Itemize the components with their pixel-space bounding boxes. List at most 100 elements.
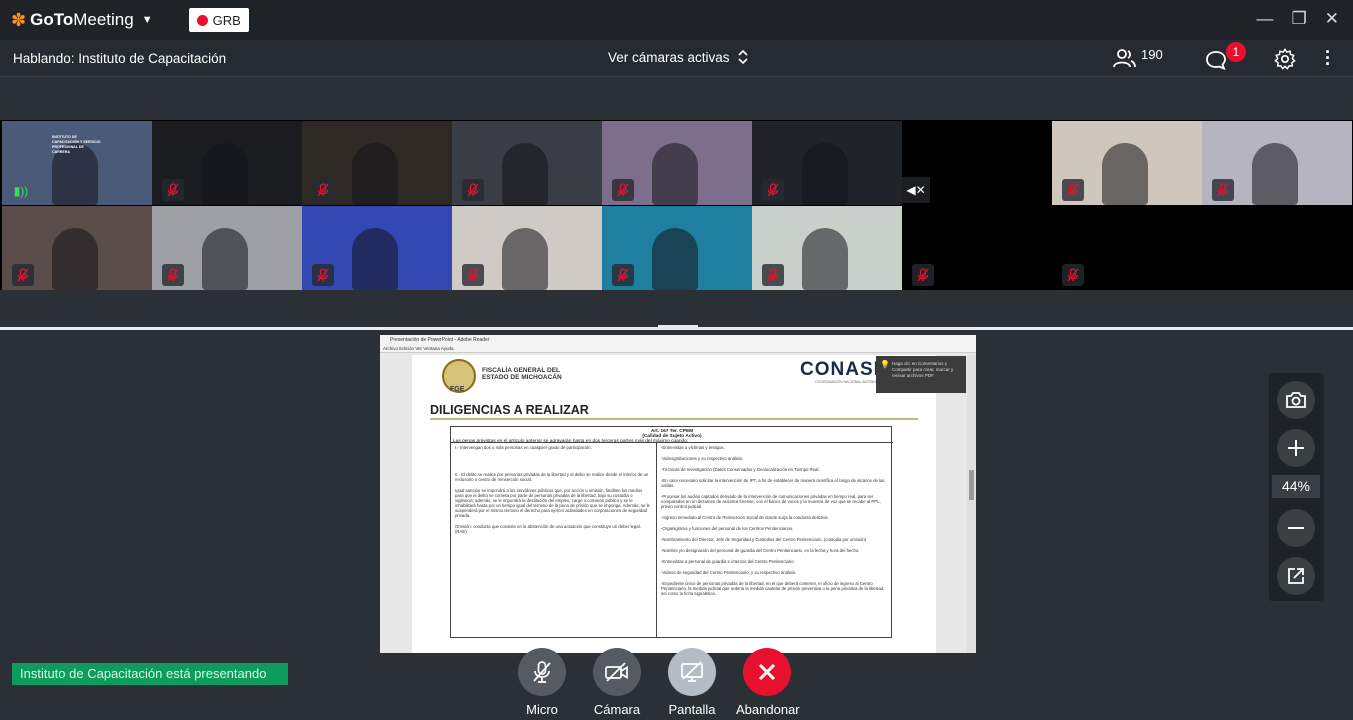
mic-label: Micro xyxy=(526,702,558,717)
left-cell-text: Igual sanción se impondrá a los servidor… xyxy=(455,488,650,518)
camera-off-icon xyxy=(605,662,628,682)
participant-video-tile[interactable] xyxy=(1052,121,1202,205)
screen-control[interactable]: Pantalla xyxy=(661,648,723,717)
mic-muted-icon xyxy=(1062,264,1084,286)
participant-video-tile[interactable] xyxy=(752,206,902,290)
reader-scrollbar[interactable] xyxy=(967,355,976,653)
mic-muted-icon xyxy=(1212,179,1234,201)
mic-control[interactable]: Micro xyxy=(511,648,573,717)
record-dot-icon xyxy=(196,14,208,26)
participant-video-tile[interactable] xyxy=(752,121,902,205)
popout-button[interactable] xyxy=(1277,557,1315,595)
unread-chat-badge: 1 xyxy=(1226,42,1246,62)
participant-silhouette xyxy=(652,143,698,205)
mic-muted-icon xyxy=(1062,179,1084,201)
screen-share-button[interactable] xyxy=(668,648,716,696)
document-heading: DILIGENCIAS A REALIZAR xyxy=(430,403,589,417)
camera-control[interactable]: Cámara xyxy=(586,648,648,717)
pdf-page: FGE FISCALÍA GENERAL DEL ESTADO DE MICHO… xyxy=(412,355,936,653)
minus-icon xyxy=(1288,527,1304,529)
brand-name-bold: GoTo xyxy=(30,10,74,29)
divider-grip[interactable] xyxy=(658,325,698,327)
background-sign: INSTITUTO DE CAPACITACIÓN Y SERVICIO PRO… xyxy=(52,135,101,154)
participant-silhouette xyxy=(502,228,548,290)
zoom-in-button[interactable] xyxy=(1277,429,1315,467)
participant-video-tile[interactable]: INSTITUTO DE CAPACITACIÓN Y SERVICIO PRO… xyxy=(2,121,152,205)
right-cell-text: -Expediente único de personas privadas d… xyxy=(661,581,885,596)
up-down-chevron-icon xyxy=(737,49,748,65)
external-link-icon xyxy=(1288,568,1304,584)
mic-muted-icon xyxy=(912,264,934,286)
mic-muted-icon xyxy=(162,264,184,286)
participant-silhouette xyxy=(52,228,98,290)
window-controls: — ❐ ✕ xyxy=(1257,9,1340,29)
right-cell-text: -Entrevistas a víctimas y testigos. xyxy=(661,445,725,450)
right-cell-text: -Procesar los audios captados derivado d… xyxy=(661,494,881,509)
participant-silhouette xyxy=(802,228,848,290)
right-cell-text: -Entrevistas a personal de guardia e int… xyxy=(661,559,795,564)
participant-video-tile[interactable] xyxy=(302,206,452,290)
table-left-column: I.- Intervengan dos o más personas en cu… xyxy=(451,443,657,637)
gear-icon xyxy=(1274,48,1296,70)
participant-video-tile[interactable] xyxy=(602,206,752,290)
mic-muted-icon xyxy=(762,264,784,286)
right-cell-text: -Organigrama y funciones del personal de… xyxy=(661,526,794,531)
brand-menu[interactable]: ✽ GoTo Meeting ▼ xyxy=(11,10,153,31)
view-active-cameras-toggle[interactable]: Ver cámaras activas xyxy=(608,49,748,65)
participant-video-tile[interactable] xyxy=(1052,206,1202,290)
mic-muted-icon xyxy=(12,264,34,286)
left-cell-text: II.- El delito se realice por personas p… xyxy=(455,472,649,482)
participants-button[interactable]: 190 xyxy=(1113,47,1163,68)
chat-button[interactable]: 1 xyxy=(1205,42,1246,75)
zoom-out-button[interactable] xyxy=(1277,509,1315,547)
fge-abbreviation: FGE xyxy=(450,386,465,393)
microphone-muted-icon xyxy=(533,661,551,683)
screen-label: Pantalla xyxy=(668,702,716,717)
participant-video-tile[interactable] xyxy=(1202,121,1352,205)
right-cell-text: -Nombramiento del Director, Jefe de Segu… xyxy=(661,537,867,542)
camera-label: Cámara xyxy=(593,702,641,717)
camera-button[interactable] xyxy=(593,648,641,696)
minimize-icon[interactable]: — xyxy=(1257,9,1274,29)
participant-silhouette xyxy=(1252,143,1298,205)
participant-silhouette xyxy=(352,228,398,290)
participant-video-tile[interactable] xyxy=(452,121,602,205)
participant-video-tile[interactable] xyxy=(2,206,152,290)
scrollbar-thumb[interactable] xyxy=(969,470,974,500)
screen-share-off-icon xyxy=(681,661,703,682)
close-icon[interactable]: ✕ xyxy=(1325,9,1339,29)
participant-video-tile[interactable]: ◀✕ xyxy=(902,121,1052,205)
participant-video-tile[interactable] xyxy=(152,121,302,205)
right-cell-text: -Técnicas de Investigación (Datos Conser… xyxy=(661,467,820,472)
presenting-banner: Instituto de Capacitación está presentan… xyxy=(12,663,288,685)
participant-silhouette xyxy=(1102,143,1148,205)
speaking-indicator: Hablando: Instituto de Capacitación xyxy=(13,50,227,66)
participant-video-tile[interactable] xyxy=(452,206,602,290)
mic-muted-icon xyxy=(312,264,334,286)
speaker-muted-icon: ◀✕ xyxy=(902,177,930,203)
more-options-icon[interactable]: · · · xyxy=(1325,43,1331,73)
leave-button[interactable] xyxy=(743,648,791,696)
video-strip: INSTITUTO DE CAPACITACIÓN Y SERVICIO PRO… xyxy=(0,120,1353,290)
table-header: Art. 167 Ter. CPEM (Calidad de Sujeto Ac… xyxy=(451,427,893,444)
recording-indicator[interactable]: GRB xyxy=(188,8,249,32)
participant-video-tile[interactable] xyxy=(902,206,1052,290)
mic-button[interactable] xyxy=(518,648,566,696)
camera-snapshot-icon xyxy=(1286,392,1306,408)
mic-muted-icon xyxy=(162,179,184,201)
org-name-line2: ESTADO DE MICHOACÁN xyxy=(482,374,562,381)
participant-video-tile[interactable] xyxy=(302,121,452,205)
screenshot-button[interactable] xyxy=(1277,381,1315,419)
participant-silhouette xyxy=(352,143,398,205)
mic-muted-icon xyxy=(762,179,784,201)
restore-icon[interactable]: ❐ xyxy=(1292,9,1307,29)
gotomeeting-logo-icon: ✽ xyxy=(11,9,27,30)
settings-button[interactable] xyxy=(1274,48,1296,75)
participant-video-tile[interactable] xyxy=(602,121,752,205)
org-name-line1: FISCALÍA GENERAL DEL xyxy=(482,367,561,374)
participant-video-tile[interactable] xyxy=(152,206,302,290)
chevron-down-icon: ▼ xyxy=(141,14,153,26)
leave-control[interactable]: Abandonar xyxy=(736,648,800,717)
plus-icon xyxy=(1288,440,1304,456)
mic-active-icon: ▮)) xyxy=(13,184,29,198)
